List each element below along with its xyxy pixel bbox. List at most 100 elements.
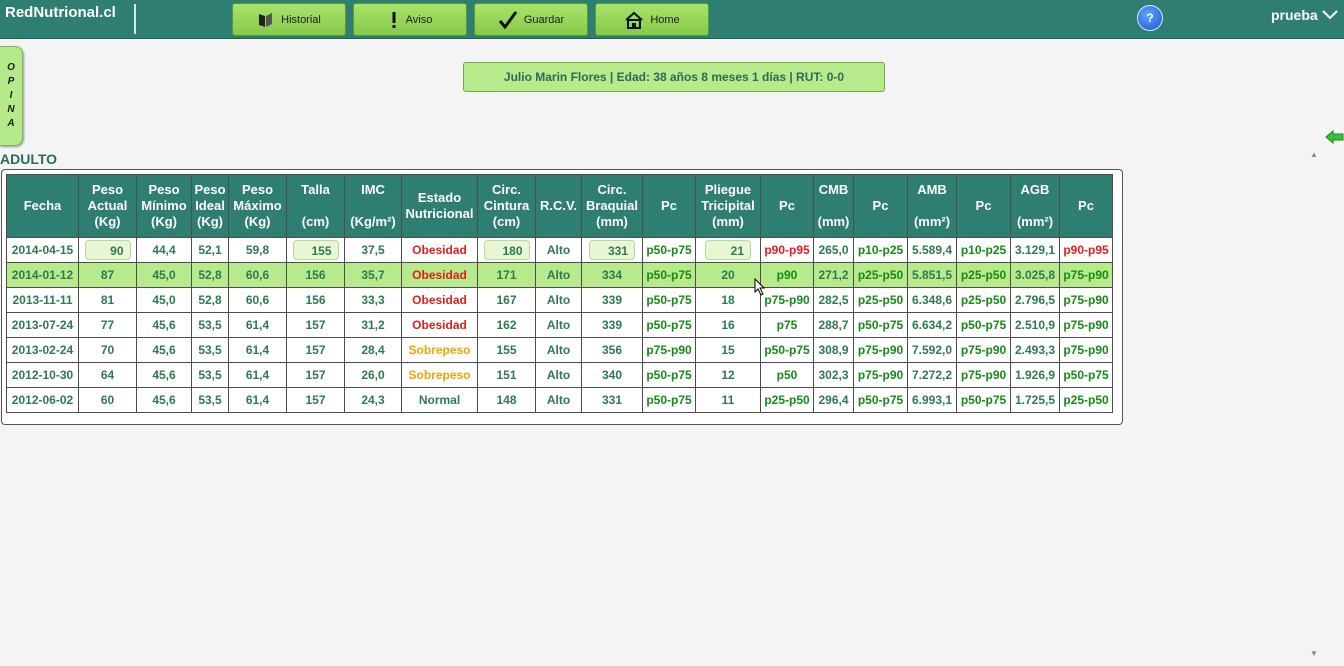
table-cell: 157 [286,387,345,413]
column-header-line: Actual [87,198,128,213]
table-cell: p10-p25 [956,237,1011,263]
table-cell: 11 [695,387,761,413]
column-header-line: Pc [779,198,795,213]
table-cell: p75-p90 [853,337,908,363]
table-row[interactable]: 2012-06-02 60 45,6 53,5 61,4 157 24,3 Normal 148… [6,387,1113,413]
measurement-input[interactable]: 331 [589,240,635,260]
table-cell: 340 [581,362,643,388]
table-cell: 45,6 [136,312,192,338]
table-cell: 16 [695,312,761,338]
user-name: prueba [1271,7,1318,23]
column-header: AMB (mm²) [907,174,957,238]
column-header: Talla (cm) [286,174,345,238]
measurement-input[interactable]: 155 [292,240,339,260]
table-cell: Alto [535,237,582,263]
help-button[interactable]: ? [1137,5,1163,31]
table-cell: Alto [535,362,582,388]
column-header-line: (Kg) [244,214,271,229]
table-cell: Alto [535,262,582,288]
column-header: Peso Máximo (Kg) [228,174,287,238]
home-button[interactable]: Home [595,3,709,36]
table-row[interactable]: 2013-02-24 70 45,6 53,5 61,4 157 28,4 Sobrepeso… [6,337,1113,363]
table-cell: 44,4 [136,237,192,263]
table-cell: p50-p75 [853,387,908,413]
table-cell: 171 [477,262,536,288]
table-cell: 356 [581,337,643,363]
table-cell: p75-p90 [956,362,1011,388]
table-cell: p50-p75 [642,262,696,288]
table-cell: 180 [477,237,536,263]
table-cell: p50-p75 [760,337,814,363]
guardar-button[interactable]: Guardar [474,3,588,36]
measurement-input[interactable]: 180 [483,240,530,260]
table-cell: 61,4 [228,337,287,363]
table-cell: 6.348,6 [907,287,957,313]
table-cell: p25-p50 [853,262,908,288]
column-header-line: (Kg) [197,214,223,229]
column-header-line: Mínimo [141,198,187,213]
opina-letter: I [9,90,13,101]
table-cell: 53,5 [191,362,229,388]
column-header: AGB (mm²) [1010,174,1060,238]
column-header-line: Pliegue [704,182,752,197]
table-cell: p50-p75 [956,387,1011,413]
measurement-input[interactable]: 90 [84,240,131,260]
table-cell: p90-p95 [1059,237,1113,263]
back-arrow-icon[interactable] [1325,130,1344,144]
table-row[interactable]: 2013-11-11 81 45,0 52,8 60,6 156 33,3 Obesidad 1… [6,287,1113,313]
table-cell: p75-p90 [1059,262,1113,288]
table-cell: 331 [581,237,643,263]
table-row[interactable]: 2012-10-30 64 45,6 53,5 61,4 157 26,0 Sobrepeso… [6,362,1113,388]
table-cell: 87 [78,262,137,288]
table-cell: 157 [286,337,345,363]
table-cell: 45,6 [136,337,192,363]
column-header-line: (mm) [596,214,628,229]
column-header-line: IMC [361,182,385,197]
table-cell: 60,6 [228,287,287,313]
opina-letter: P [7,76,15,87]
user-menu[interactable]: prueba [1271,7,1338,23]
column-header-line: Fecha [23,198,62,213]
table-cell: p75-p90 [760,287,814,313]
table-cell: Obesidad [401,287,478,313]
table-row[interactable]: 2014-01-12 87 45,0 52,8 60,6 156 35,7 Obesidad 1… [6,262,1113,288]
table-cell: 59,8 [228,237,287,263]
column-header-line: Nutricional [405,206,474,221]
table-cell: 308,9 [813,337,854,363]
measurement-input[interactable]: 21 [705,240,751,260]
exclamation-icon [392,11,396,28]
table-cell: 156 [286,262,345,288]
historial-label: Historial [281,13,321,26]
table-cell: 2013-02-24 [6,337,79,363]
table-cell: 296,4 [813,387,854,413]
table-cell: p50-p75 [642,312,696,338]
table-cell: 155 [477,337,536,363]
table-cell: 2012-10-30 [6,362,79,388]
table-cell: 12 [695,362,761,388]
table-cell: 28,4 [344,337,402,363]
table-cell: 45,0 [136,262,192,288]
table-cell: p50-p75 [642,387,696,413]
scroll-up-arrow-icon[interactable]: ▲ [1310,150,1318,159]
table-cell: 64 [78,362,137,388]
table-cell: 77 [78,312,137,338]
column-header-line: Tricipital [701,198,755,213]
column-header-line: Ideal [195,198,225,213]
table-cell: p75-p90 [642,337,696,363]
table-row[interactable]: 2014-04-15 90 44,4 52,1 59,8 155 37,5 Obesidad 1… [6,237,1113,263]
table-cell: 37,5 [344,237,402,263]
table-cell: 3.025,8 [1010,262,1060,288]
brand-logo[interactable]: RedNutrional.cl [5,4,116,21]
table-row[interactable]: 2013-07-24 77 45,6 53,5 61,4 157 31,2 Obesidad 1… [6,312,1113,338]
historial-button[interactable]: Historial [232,3,346,36]
scroll-down-arrow-icon[interactable]: ▼ [1310,649,1318,658]
column-header-line: Pc [661,198,677,213]
table-cell: 7.272,2 [907,362,957,388]
column-header-line: Circ. [492,182,521,197]
aviso-button[interactable]: Aviso [353,3,467,36]
table-cell: 53,5 [191,337,229,363]
mouse-cursor-icon [754,278,766,296]
opina-feedback-tab[interactable]: O P I N A [0,46,23,146]
table-cell: 3.129,1 [1010,237,1060,263]
table-cell: 148 [477,387,536,413]
